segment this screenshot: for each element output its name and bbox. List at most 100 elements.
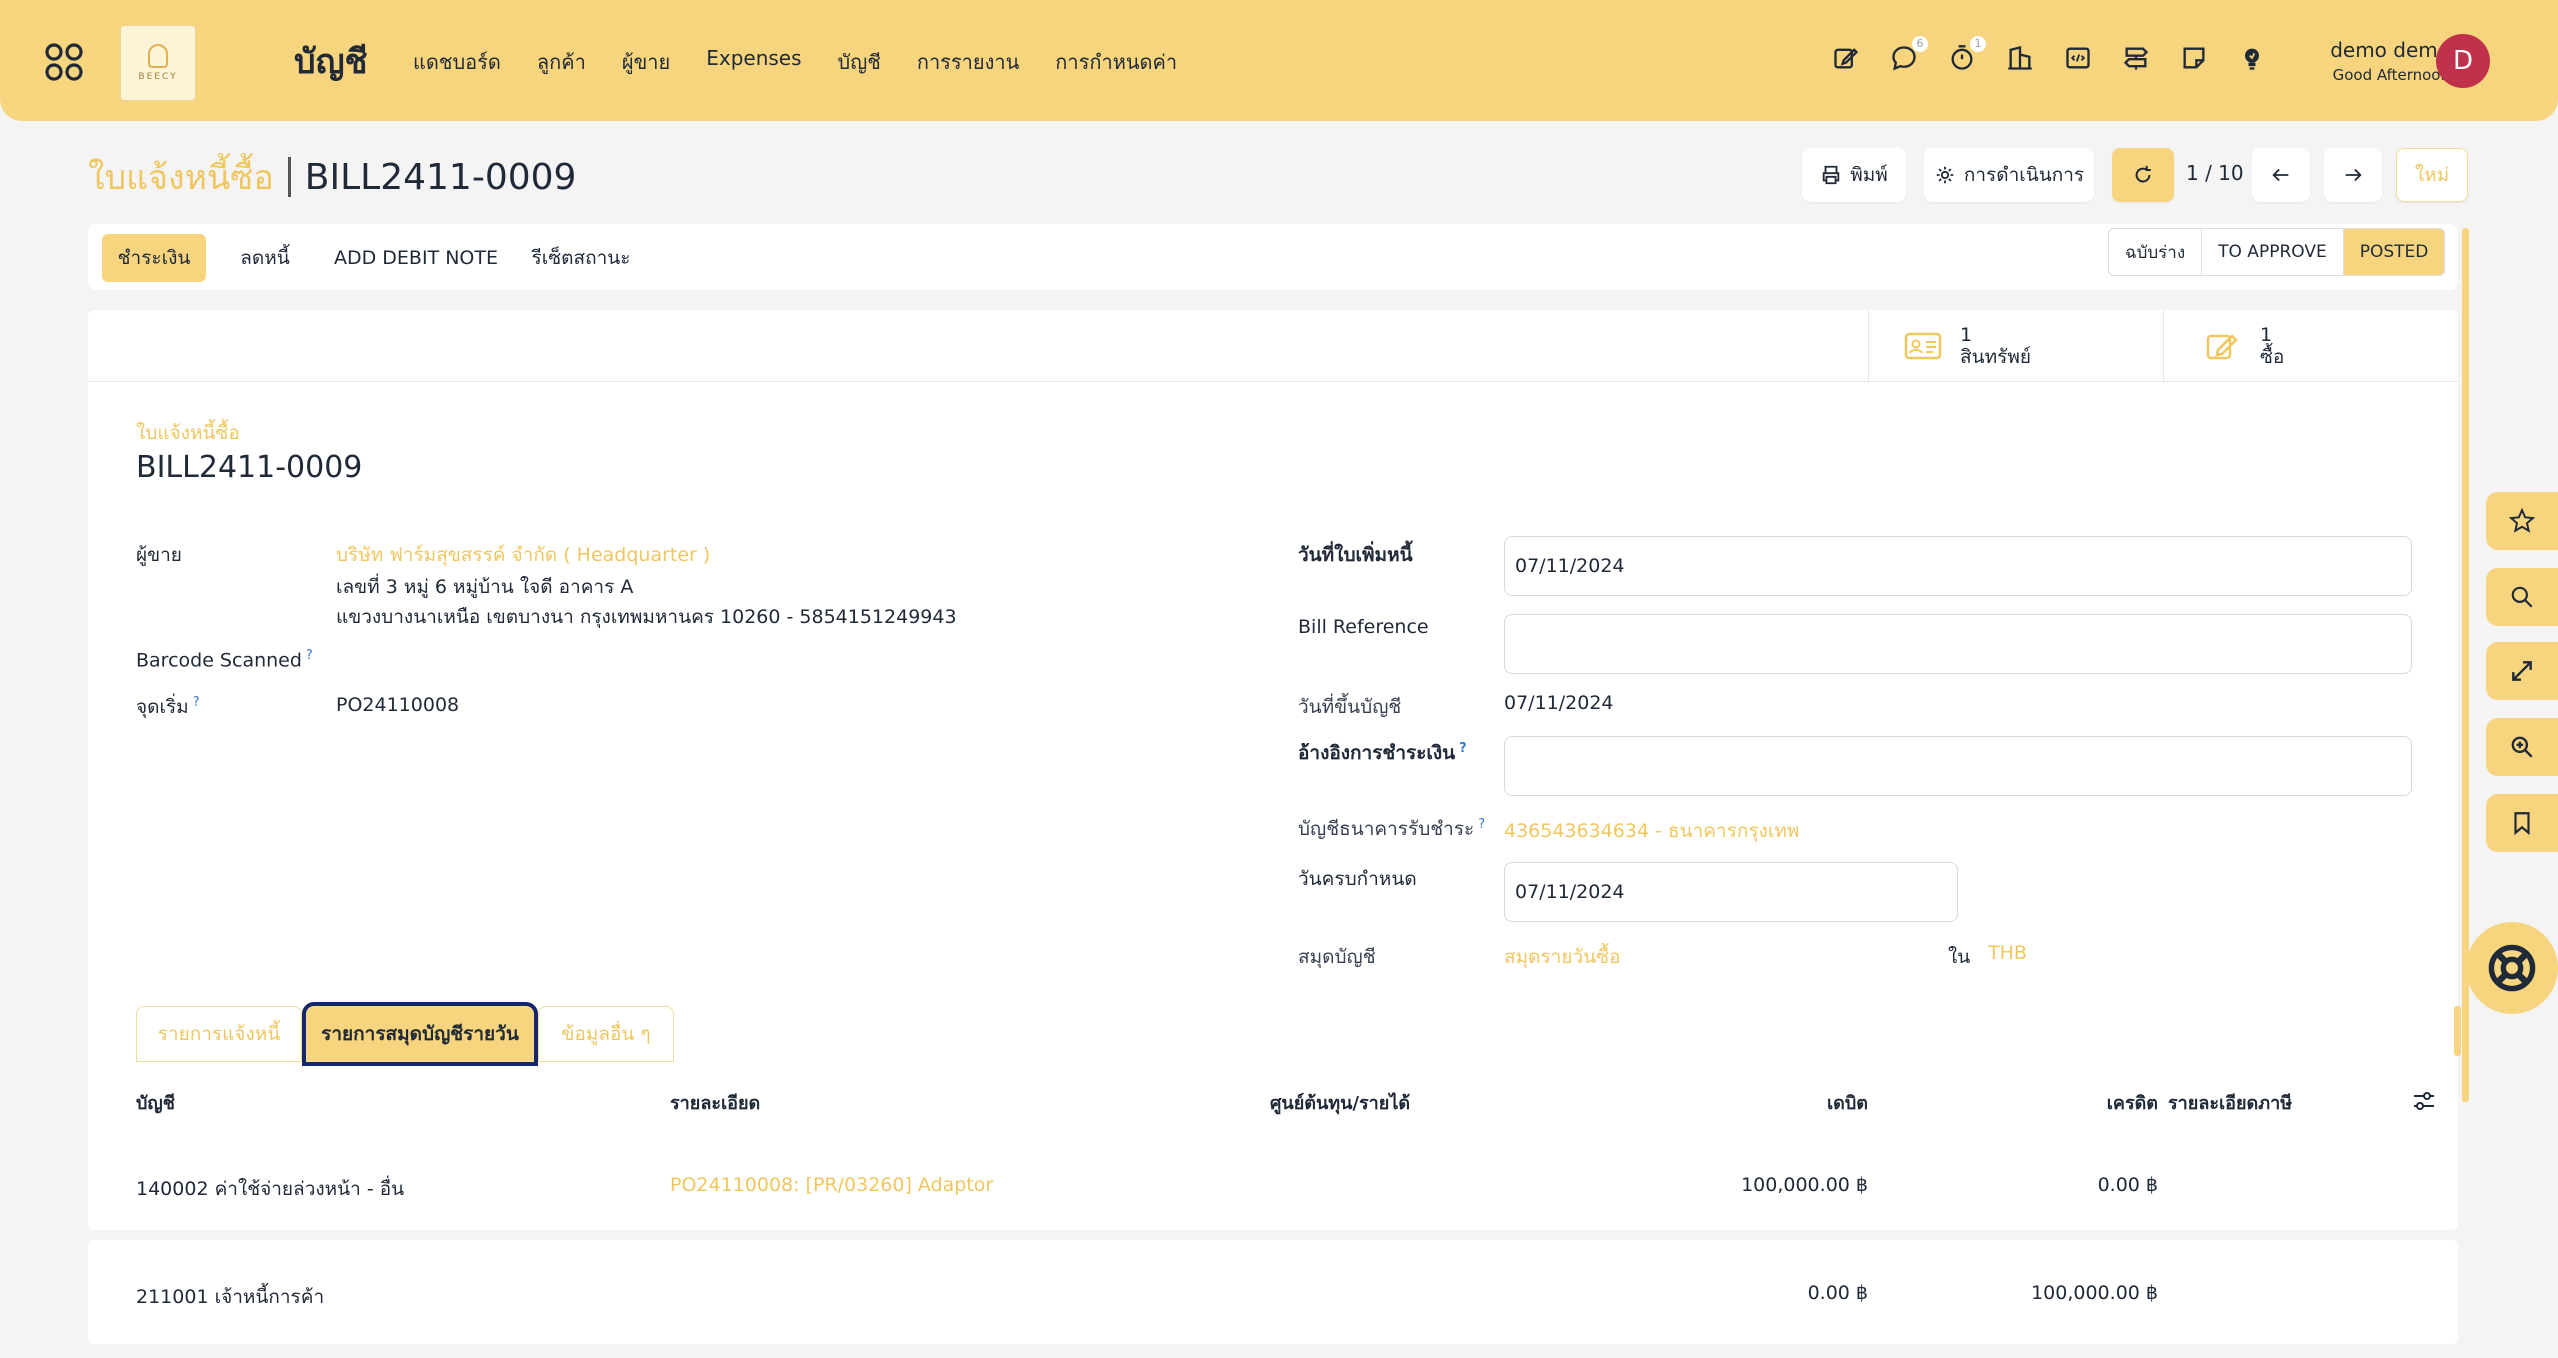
barcode-label: Barcode Scanned? [136, 648, 313, 671]
currency-link[interactable]: THB [1988, 942, 2027, 964]
sticky-note-icon[interactable] [2180, 44, 2208, 72]
menu-item-dashboard[interactable]: แดชบอร์ด [413, 46, 501, 78]
accounting-date-label: วันที่ขึ้นบัญชี [1298, 696, 1402, 718]
journal-link[interactable]: สมุดรายวันซื้อ [1504, 942, 1620, 972]
help-button[interactable] [2466, 922, 2558, 1014]
new-button[interactable]: ใหม่ [2396, 148, 2468, 202]
tab-invoice-lines-label: รายการแจ้งหนี้ [157, 1023, 281, 1045]
pager-next-button[interactable] [2324, 148, 2382, 202]
help-tooltip-icon[interactable]: ? [193, 695, 200, 710]
search-button[interactable] [2486, 568, 2558, 626]
column-settings-icon[interactable] [2412, 1090, 2436, 1112]
bill-reference-label: Bill Reference [1298, 616, 1429, 638]
bill-reference-input[interactable] [1504, 614, 2412, 674]
bookmark-icon [2514, 812, 2530, 836]
stage-draft[interactable]: ฉบับร่าง [2109, 229, 2203, 275]
bill-date-label: วันที่ใบเพิ่มหนี้ [1298, 544, 1413, 566]
stage-to-approve-label: TO APPROVE [2218, 242, 2327, 262]
menu-item-customers[interactable]: ลูกค้า [537, 46, 586, 78]
payment-reference-input[interactable] [1504, 736, 2412, 796]
user-name[interactable]: demo demo [2310, 38, 2450, 62]
menu-item-accounting[interactable]: บัญชี [838, 46, 881, 78]
arrow-right-icon [2345, 168, 2362, 182]
assets-smart-button[interactable]: 1 สินทรัพย์ [1904, 310, 2031, 382]
action-button[interactable]: การดำเนินการ [1924, 148, 2094, 202]
help-tooltip-icon[interactable]: ? [1478, 817, 1485, 832]
credit-note-label: ลดหนี้ [240, 247, 290, 269]
breadcrumb: ใบแจ้งหนี้ซื้อ BILL2411-0009 [88, 150, 576, 204]
tab-invoice-lines[interactable]: รายการแจ้งหนี้ [136, 1006, 302, 1062]
app-title[interactable]: บัญชี [294, 34, 368, 88]
bookmark-button[interactable] [2486, 794, 2558, 852]
logo-mark-icon [148, 44, 168, 68]
search-icon [2511, 586, 2533, 608]
inner-scroll-thumb[interactable] [2454, 1006, 2461, 1056]
barcode-label-text: Barcode Scanned [136, 649, 302, 672]
print-label: พิมพ์ [1850, 164, 1888, 186]
stage-posted-label: POSTED [2359, 242, 2429, 262]
breadcrumb-parent[interactable]: ใบแจ้งหนี้ซื้อ [88, 150, 274, 204]
document-type-label: ใบแจ้งหนี้ซื้อ [136, 422, 240, 444]
due-date-label: วันครบกำหนด [1298, 868, 1417, 890]
column-header-debit[interactable]: เดบิต [1778, 1088, 1868, 1117]
menu-item-expenses[interactable]: Expenses [706, 46, 801, 78]
pager-value[interactable]: 1 / 10 [2186, 161, 2244, 185]
messages-icon[interactable]: 6 [1890, 36, 1928, 72]
credit-note-button[interactable]: ลดหนี้ [220, 234, 310, 282]
status-stages: ฉบับร่าง TO APPROVE POSTED [2108, 228, 2446, 276]
column-header-label[interactable]: รายละเอียด [670, 1088, 760, 1117]
origin-label-text: จุดเริ่ม [136, 696, 189, 718]
stopwatch-icon[interactable]: 1 [1948, 36, 1986, 72]
bill-date-input[interactable] [1504, 536, 2412, 596]
add-debit-note-button[interactable]: ADD DEBIT NOTE [316, 234, 516, 282]
smart-divider [2163, 310, 2164, 382]
column-header-tax-details[interactable]: รายละเอียดภาษี [2168, 1088, 2292, 1117]
avatar[interactable]: D [2436, 34, 2490, 88]
vendor-link[interactable]: บริษัท ฟาร์มสุขสรรค์ จำกัด ( Headquarter… [336, 540, 710, 570]
pager-previous-button[interactable] [2252, 148, 2310, 202]
gear-icon [1936, 166, 1954, 184]
column-header-credit[interactable]: เครดิต [2058, 1088, 2158, 1117]
company-building-icon[interactable] [2006, 44, 2034, 72]
print-button[interactable]: พิมพ์ [1802, 148, 1906, 202]
help-tooltip-icon[interactable]: ? [1459, 741, 1467, 756]
column-header-analytic[interactable]: ศูนย์ต้นทุน/รายได้ [1270, 1088, 1410, 1117]
menu-item-vendors[interactable]: ผู้ขาย [622, 46, 670, 78]
signpost-icon[interactable] [2122, 44, 2150, 72]
bank-account-link[interactable]: 436543634634 - ธนาคารกรุงเทพ [1504, 816, 1799, 846]
new-label: ใหม่ [2414, 164, 2450, 186]
zoom-button[interactable] [2486, 718, 2558, 776]
tab-journal-items[interactable]: รายการสมุดบัญชีรายวัน [302, 1002, 538, 1066]
row-label[interactable]: PO24110008: [PR/03260] Adaptor [670, 1174, 993, 1196]
favorite-button[interactable] [2486, 492, 2558, 550]
tab-other-info-label: ข้อมูลอื่น ๆ [561, 1023, 651, 1045]
column-header-account[interactable]: บัญชี [136, 1088, 175, 1117]
code-window-icon[interactable] [2064, 44, 2092, 72]
purchase-smart-button[interactable]: 1 ซื้อ [2204, 310, 2284, 382]
apps-grid-icon[interactable] [44, 42, 84, 82]
company-logo[interactable]: BEECY [120, 25, 196, 101]
menu-item-configuration[interactable]: การกำหนดค่า [1055, 46, 1177, 78]
refresh-button[interactable] [2112, 148, 2174, 202]
expand-icon [2512, 661, 2532, 681]
edit-note-icon[interactable] [1832, 44, 1860, 72]
stage-to-approve[interactable]: TO APPROVE [2202, 229, 2344, 275]
page-title: BILL2411-0009 [304, 156, 577, 198]
help-tooltip-icon[interactable]: ? [306, 648, 313, 663]
reset-status-button[interactable]: รีเซ็ตสถานะ [506, 234, 656, 282]
fullscreen-button[interactable] [2486, 642, 2558, 700]
menu-item-reporting[interactable]: การรายงาน [917, 46, 1019, 78]
register-payment-button[interactable]: ชำระเงิน [102, 234, 206, 282]
tab-other-info[interactable]: ข้อมูลอื่น ๆ [538, 1006, 674, 1062]
purchase-label: ซื้อ [2260, 346, 2285, 368]
accounting-date-value: 07/11/2024 [1504, 692, 1614, 714]
zoom-icon [2511, 736, 2533, 758]
form-sheet: 1 สินทรัพย์ 1 ซื้อ ใบแจ้งหนี้ซื้อ BILL24… [88, 310, 2458, 1230]
row-debit: 100,000.00 ฿ [1741, 1174, 1868, 1196]
stage-posted[interactable]: POSTED [2343, 229, 2445, 275]
due-date-input[interactable] [1504, 862, 1958, 922]
top-navbar: BEECY บัญชี แดชบอร์ด ลูกค้า ผู้ขาย Expen… [0, 0, 2558, 121]
row-credit: 100,000.00 ฿ [2031, 1282, 2158, 1304]
lightbulb-icon[interactable] [2238, 44, 2266, 72]
payment-reference-label: อ้างอิงการชำระเงิน? [1298, 738, 1467, 768]
